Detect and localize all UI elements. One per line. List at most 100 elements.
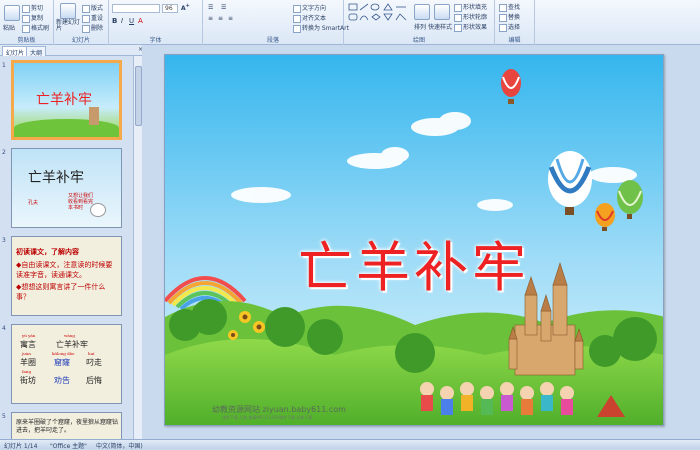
grow-font-icon[interactable]: A+ — [181, 3, 190, 12]
delete-slide-button[interactable]: 删除 — [82, 23, 103, 33]
slide-thumbnail-5[interactable]: 原来羊圈破了个窟窿，夜里狼从窟窿钻进去，把羊叼走了。 — [11, 412, 122, 439]
shape-fill-button[interactable]: 形状填充 — [454, 2, 487, 12]
thumb-word: 街坊 — [20, 376, 36, 385]
format-painter-button[interactable]: 格式刷 — [22, 23, 49, 33]
slides-group-label: 幻灯片 — [71, 37, 90, 44]
slide-title[interactable]: 亡羊补牢 — [165, 223, 663, 302]
slide-thumbnail-3[interactable]: 初读课文，了解内容 ◆自由读课文，注意读的时候要读准字音，读通课文。 ◆想想这则… — [11, 236, 122, 316]
brush-icon — [22, 24, 30, 33]
panel-tabstrip: 幻灯片 大纲 × — [0, 45, 150, 57]
fill-icon — [454, 3, 462, 12]
cut-label: 剪切 — [31, 5, 44, 12]
align-left-icon[interactable]: ≡ — [208, 15, 213, 22]
thumb-number: 2 — [2, 149, 6, 156]
clipboard-group-label: 剪贴板 — [17, 37, 36, 44]
thumb-number: 3 — [2, 237, 6, 244]
thumb-word: 亡羊补牢 — [56, 340, 88, 349]
smartart-icon — [293, 24, 301, 33]
paragraph-group-label: 段落 — [266, 37, 279, 44]
thumb-line: ◆自由读课文，注意读的时候要读准字音，读通课文。 — [16, 261, 113, 279]
find-label: 查找 — [508, 4, 521, 11]
align-right-icon[interactable]: ≡ — [228, 15, 233, 22]
text-direction-icon — [293, 4, 301, 13]
delete-label: 删除 — [91, 25, 104, 32]
tab-slides[interactable]: 幻灯片 — [2, 46, 29, 57]
thumb-word: 寓言 — [20, 340, 36, 349]
clipboard-group: 粘贴 剪切 复制 格式刷 剪贴板 — [0, 0, 54, 45]
slides-group: 新建幻灯片 版式 重设 删除 幻灯片 — [54, 0, 109, 45]
drawing-group: 排列 快速样式 形状填充 形状轮廓 形状效果 绘图 — [344, 0, 495, 45]
underline-icon[interactable]: U — [129, 17, 134, 25]
shape-outline-label: 形状轮廓 — [463, 14, 488, 21]
italic-icon[interactable]: I — [121, 17, 123, 25]
delete-icon — [82, 24, 90, 33]
bullets-icon[interactable]: ☰ — [208, 4, 213, 11]
slide-thumbnail-4[interactable]: yù yán 寓言 wáng 亡羊补牢 juàn 羊圈 kūlong dāo 窟… — [11, 324, 122, 404]
quick-styles-button[interactable]: 快速样式 — [428, 22, 452, 31]
outline-icon — [454, 13, 462, 22]
text-direction-button[interactable]: 文字方向 — [293, 3, 326, 13]
watermark-text: 幼教资源网站 ziyuan.baby611.com — [212, 405, 346, 414]
reset-icon — [82, 14, 90, 23]
replace-button[interactable]: 替换 — [499, 12, 520, 22]
copy-label: 复制 — [31, 15, 44, 22]
slide-canvas[interactable]: 亡羊补牢 — [164, 54, 664, 426]
layout-button[interactable]: 版式 — [82, 3, 103, 13]
thumb-line: ◆想想这则寓言讲了一件什么事？ — [16, 283, 106, 301]
thumbnail-scrollbar[interactable] — [133, 56, 142, 439]
scrollbar-thumb[interactable] — [135, 66, 142, 126]
thumb-number: 5 — [2, 413, 6, 420]
arrange-icon[interactable] — [414, 4, 430, 20]
new-slide-button[interactable]: 新建幻灯片 — [56, 20, 80, 32]
text-direction-label: 文字方向 — [302, 5, 327, 12]
copy-icon — [22, 14, 30, 23]
arrange-button[interactable]: 排列 — [414, 22, 426, 31]
watermark-subtext: 课件下载 儿歌 故事MP3 FLASH课件下载 试卷下载 — [222, 415, 313, 420]
select-button[interactable]: 选择 — [499, 22, 520, 32]
format-painter-label: 格式刷 — [31, 25, 50, 32]
shape-effects-button[interactable]: 形状效果 — [454, 22, 487, 32]
select-icon — [499, 23, 507, 32]
thumb-pinyin: huí — [88, 351, 95, 356]
drawing-group-label: 绘图 — [412, 37, 425, 44]
reset-button[interactable]: 重设 — [82, 13, 103, 23]
thumb-text: 原来羊圈破了个窟窿，夜里狼从窟窿钻进去，把羊叼走了。 — [16, 419, 119, 434]
align-text-label: 对齐文本 — [302, 15, 327, 22]
copy-button[interactable]: 复制 — [22, 13, 43, 23]
font-color-icon[interactable]: A — [138, 17, 143, 25]
new-slide-icon[interactable] — [60, 3, 76, 19]
effects-icon — [454, 23, 462, 32]
smartart-button[interactable]: 转换为 SmartArt — [293, 23, 349, 33]
replace-label: 替换 — [508, 14, 521, 21]
thumb-sheep — [90, 203, 106, 217]
thumb-word: 后悔 — [86, 376, 102, 385]
ribbon: 粘贴 剪切 复制 格式刷 剪贴板 新建幻灯片 版式 重设 删除 幻灯片 96 A… — [0, 0, 700, 45]
editing-group-label: 编辑 — [508, 37, 521, 44]
align-text-button[interactable]: 对齐文本 — [293, 13, 326, 23]
paste-icon[interactable] — [4, 5, 20, 21]
slide-thumbnail-1[interactable]: 亡羊补牢 — [11, 60, 122, 140]
numbering-icon[interactable]: ☰ — [221, 4, 226, 11]
bold-icon[interactable]: B — [112, 17, 117, 25]
slide-thumbnail-panel: 1 亡羊补牢 2 亡羊补牢 孔夫 又想让我们收看到看完本书时 3 初读课文，了解… — [0, 56, 133, 439]
paste-button[interactable]: 粘贴 — [3, 23, 15, 32]
quick-styles-icon[interactable] — [434, 4, 450, 20]
thumb-title: 亡羊补牢 — [36, 92, 92, 108]
thumb-pinyin: kūlong dāo — [52, 351, 75, 356]
select-label: 选择 — [508, 24, 521, 31]
shape-outline-button[interactable]: 形状轮廓 — [454, 12, 487, 22]
thumb-castle — [89, 107, 99, 125]
slide-thumbnail-2[interactable]: 亡羊补牢 孔夫 又想让我们收看到看完本书时 — [11, 148, 122, 228]
layout-label: 版式 — [91, 5, 104, 12]
thumb-note-left: 孔夫 — [28, 200, 39, 206]
replace-icon — [499, 13, 507, 22]
thumb-word: 叼走 — [86, 358, 102, 367]
tab-outline[interactable]: 大纲 — [26, 46, 47, 57]
font-size-select[interactable]: 96 — [162, 4, 178, 13]
font-family-select[interactable] — [112, 4, 160, 13]
shapes-gallery-icon[interactable] — [348, 3, 408, 29]
find-button[interactable]: 查找 — [499, 2, 520, 12]
cut-button[interactable]: 剪切 — [22, 3, 43, 13]
paragraph-group: ☰ ☰ ≡ ≡ ≡ 文字方向 对齐文本 转换为 SmartArt 段落 — [203, 0, 349, 45]
align-center-icon[interactable]: ≡ — [218, 15, 223, 22]
